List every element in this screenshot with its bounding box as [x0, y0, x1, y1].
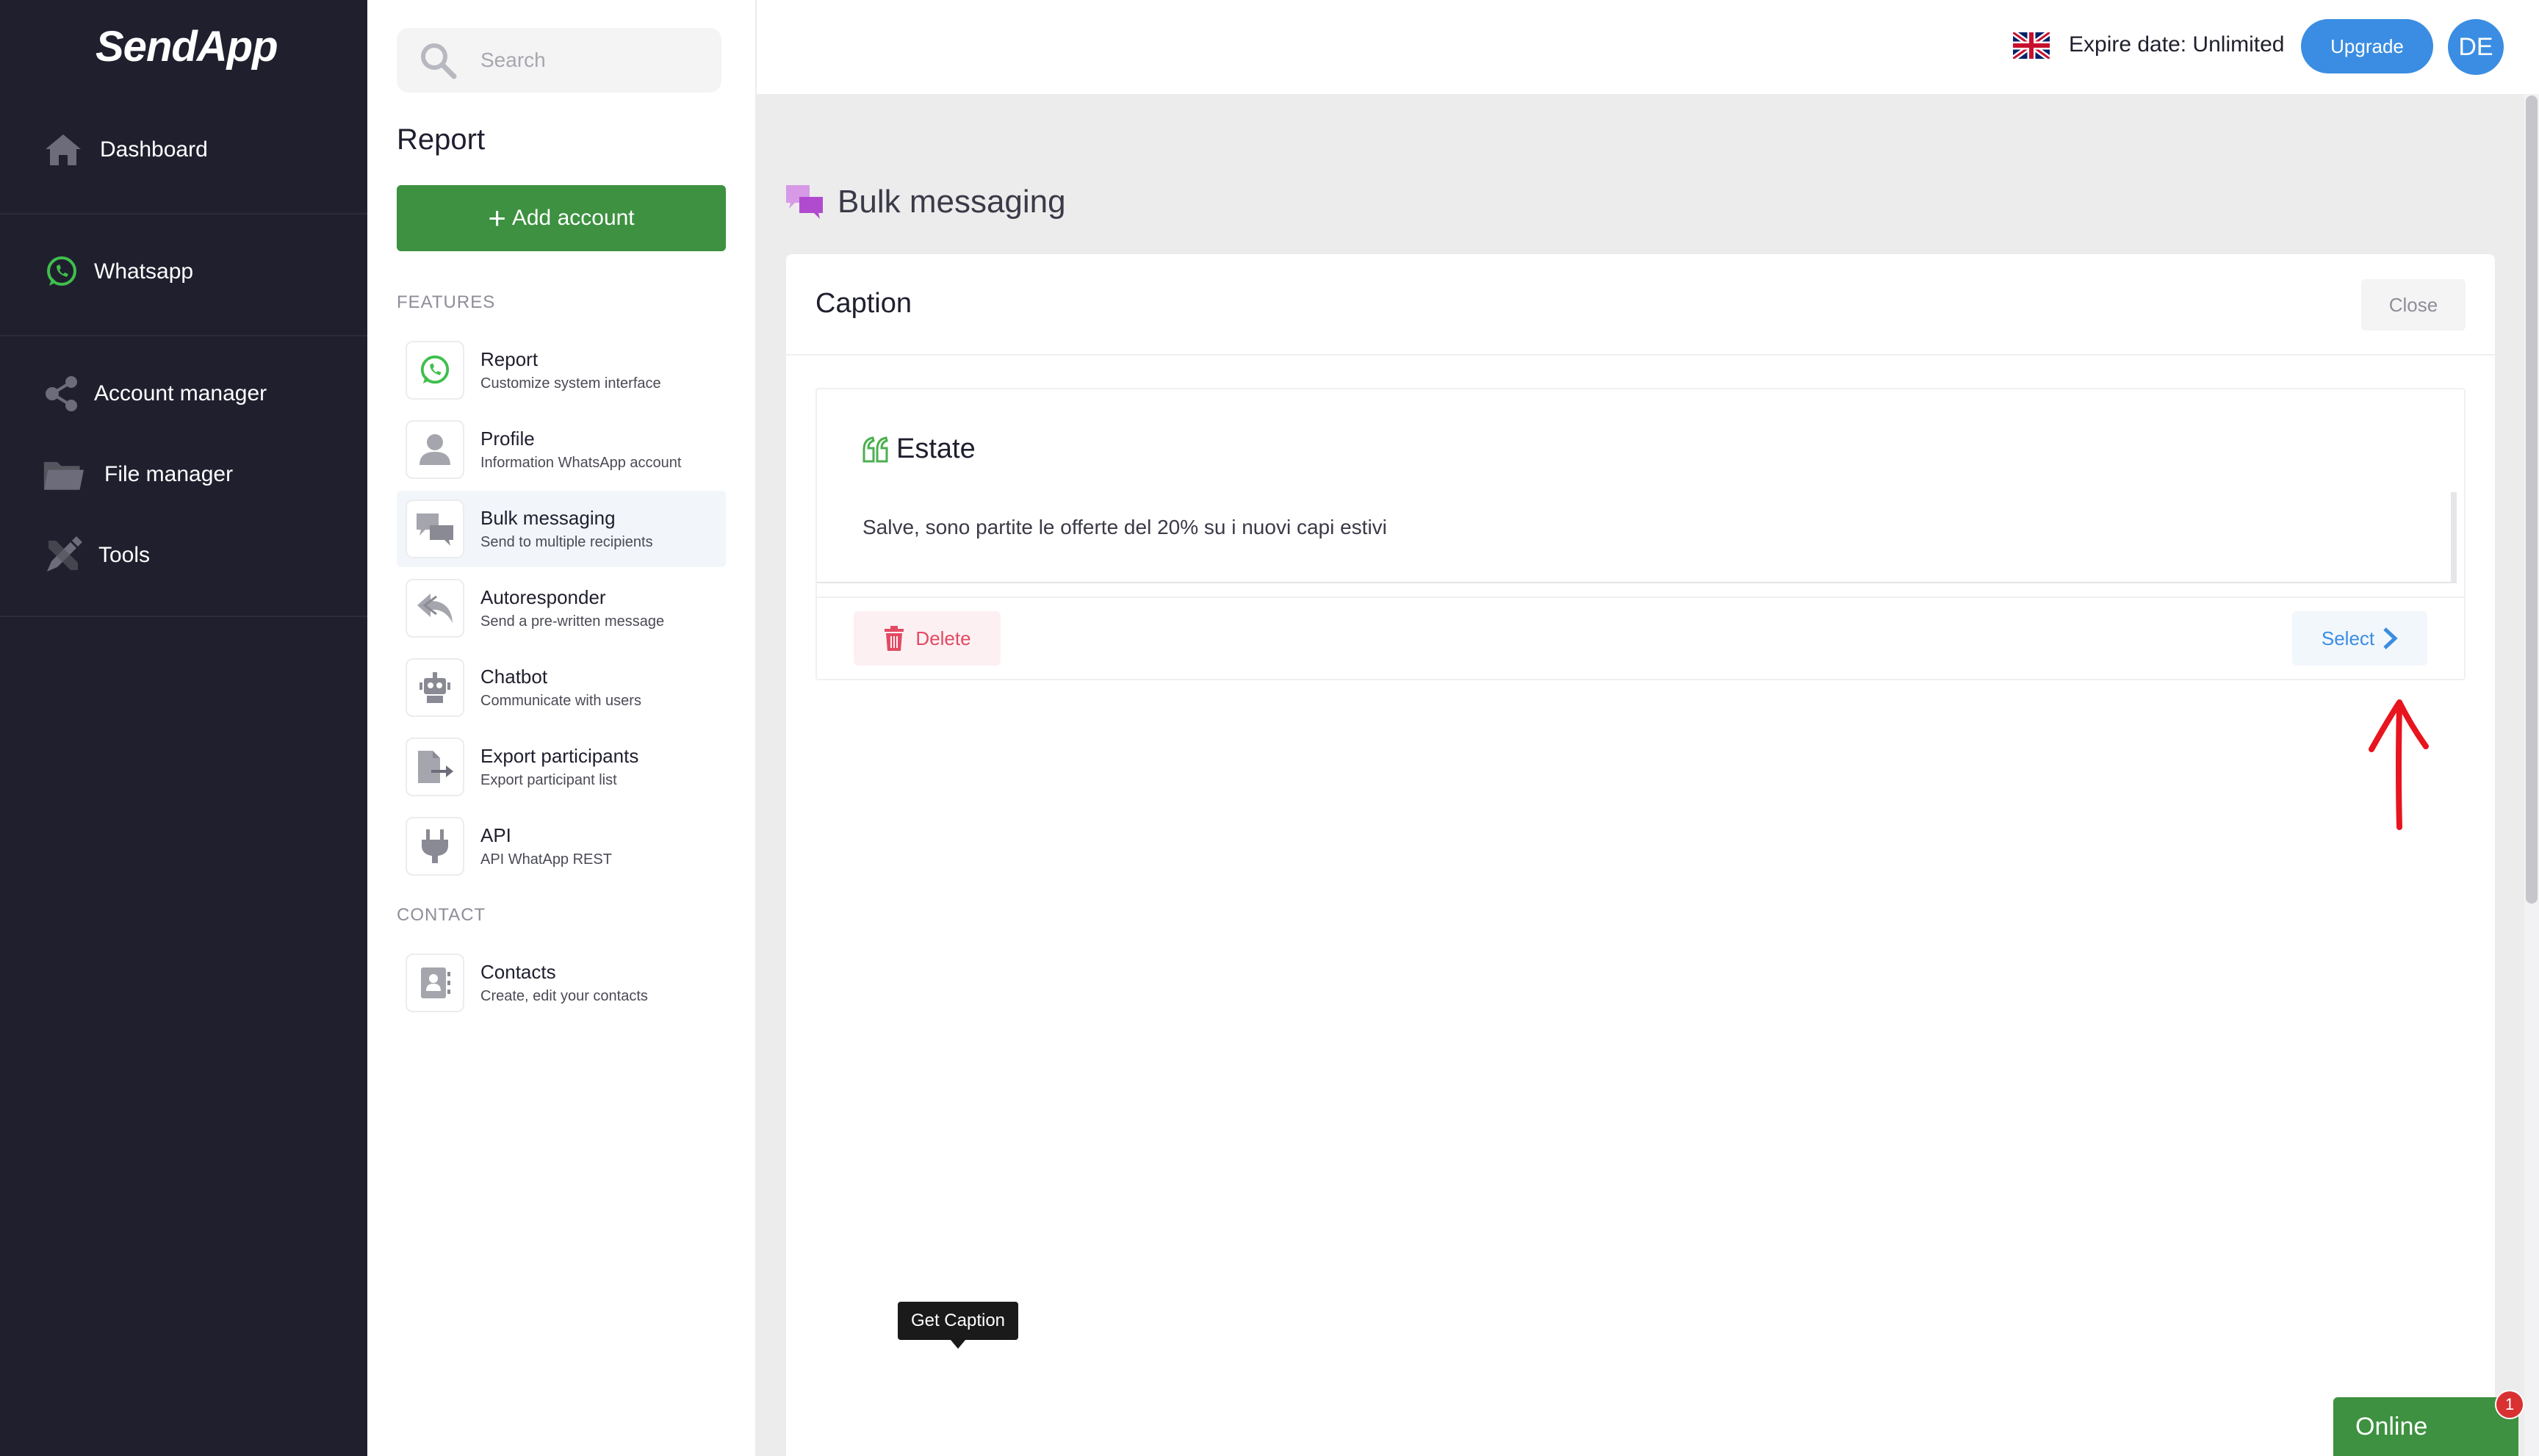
nav-divider — [0, 616, 367, 617]
notification-badge: 1 — [2495, 1390, 2524, 1419]
nav-item-dashboard[interactable]: Dashboard — [0, 129, 367, 170]
chat-bubbles-icon — [786, 185, 823, 219]
feature-subtitle: Communicate with users — [480, 693, 641, 709]
annotation-arrow-icon — [2369, 699, 2429, 830]
top-header: Expire date: Unlimited Upgrade DE — [757, 0, 2539, 94]
feature-subtitle: Create, edit your contacts — [480, 988, 648, 1004]
caption-content: Estate Salve, sono partite le offerte de… — [817, 389, 2457, 583]
nav-item-account-manager[interactable]: Account manager — [0, 373, 367, 414]
upgrade-button[interactable]: Upgrade — [2301, 19, 2433, 73]
nav-item-label: File manager — [104, 462, 234, 486]
feature-item-autoresponder[interactable]: Autoresponder Send a pre-written message — [397, 570, 726, 646]
contact-section-label: CONTACT — [397, 905, 486, 925]
page-heading: Bulk messaging — [785, 184, 1066, 220]
nav-item-whatsapp[interactable]: Whatsapp — [0, 251, 367, 292]
caption-actions: Delete Select — [817, 597, 2464, 680]
nav-item-label: Dashboard — [100, 137, 208, 162]
reply-icon — [406, 579, 464, 638]
feature-subtitle: Send a pre-written message — [480, 613, 665, 630]
feature-item-bulk-messaging[interactable]: Bulk messaging Send to multiple recipien… — [397, 491, 726, 567]
caption-scrollbar[interactable] — [2451, 492, 2457, 583]
feature-title: Report — [480, 348, 539, 370]
feature-item-profile[interactable]: Profile Information WhatsApp account — [397, 411, 726, 488]
close-button[interactable]: Close — [2361, 279, 2466, 331]
delete-label: Delete — [915, 627, 971, 649]
feature-item-export-participants[interactable]: Export participants Export participant l… — [397, 729, 726, 805]
feature-subtitle: Send to multiple recipients — [480, 534, 653, 550]
home-icon — [43, 129, 84, 170]
search-icon — [416, 38, 460, 82]
feature-subtitle: Information WhatsApp account — [480, 455, 682, 471]
nav-divider — [0, 213, 367, 215]
feature-title: API — [480, 824, 511, 846]
feature-title: Autoresponder — [480, 586, 606, 608]
nav-item-file-manager[interactable]: File manager — [0, 454, 367, 495]
caption-text: Salve, sono partite le offerte del 20% s… — [862, 516, 1387, 538]
card-title: Caption — [815, 288, 912, 319]
feature-panel: Report + Add account FEATURES Report Cus… — [367, 0, 757, 1456]
scrollbar-thumb[interactable] — [2526, 95, 2538, 904]
tools-icon — [43, 535, 84, 576]
search-input[interactable] — [480, 48, 701, 72]
quote-icon — [862, 436, 888, 462]
feature-item-report[interactable]: Report Customize system interface — [397, 332, 726, 408]
sendapp-logo[interactable]: SendApp — [96, 22, 278, 71]
caption-title: Estate — [896, 433, 976, 464]
nav-item-label: Whatsapp — [94, 259, 194, 284]
feature-item-chatbot[interactable]: Chatbot Communicate with users — [397, 649, 726, 726]
caption-card: Caption Close Estate Salve, sono partite… — [786, 254, 2495, 1456]
folder-icon — [43, 454, 84, 495]
select-label: Select — [2321, 627, 2375, 649]
export-icon — [406, 738, 464, 796]
robot-icon — [406, 658, 464, 717]
get-caption-tooltip: Get Caption — [898, 1302, 1018, 1349]
main-sidebar: SendApp Dashboard Whatsapp Account manag… — [0, 0, 367, 1456]
feature-title: Profile — [480, 428, 535, 450]
plug-icon — [406, 817, 464, 876]
add-account-button[interactable]: + Add account — [397, 185, 726, 251]
add-account-label: Add account — [511, 206, 635, 230]
nav-item-label: Account manager — [94, 381, 267, 406]
plus-icon: + — [488, 201, 506, 235]
page-scrollbar[interactable] — [2524, 94, 2539, 1456]
user-icon — [406, 420, 464, 479]
expire-date-text: Expire date: Unlimited — [2069, 32, 2285, 57]
feature-item-api[interactable]: API API WhatApp REST — [397, 808, 726, 884]
page-title: Bulk messaging — [838, 184, 1066, 220]
card-header: Caption Close — [786, 254, 2495, 356]
nav-item-label: Tools — [98, 543, 151, 567]
whatsapp-icon — [406, 341, 464, 400]
select-button[interactable]: Select — [2292, 611, 2427, 666]
nav-item-tools[interactable]: Tools — [0, 535, 367, 576]
feature-subtitle: Export participant list — [480, 772, 617, 788]
nav-divider — [0, 335, 367, 336]
feature-title: Export participants — [480, 745, 639, 767]
online-chat-widget[interactable]: Online — [2333, 1397, 2518, 1456]
feature-item-contacts[interactable]: Contacts Create, edit your contacts — [397, 945, 726, 1021]
delete-button[interactable]: Delete — [854, 611, 1001, 666]
avatar[interactable]: DE — [2448, 19, 2504, 75]
caption-title-row: Estate — [861, 433, 976, 465]
share-icon — [41, 373, 82, 414]
chevron-right-icon — [2383, 627, 2398, 649]
caption-item: Estate Salve, sono partite le offerte de… — [815, 388, 2466, 680]
panel-title: Report — [397, 123, 486, 156]
uk-flag-icon[interactable] — [2013, 32, 2050, 59]
features-section-label: FEATURES — [397, 292, 496, 312]
search-box[interactable] — [397, 28, 721, 93]
whatsapp-icon — [41, 251, 82, 292]
feature-title: Bulk messaging — [480, 507, 616, 529]
contact-book-icon — [406, 954, 464, 1012]
chat-bubbles-icon — [406, 500, 464, 558]
feature-subtitle: API WhatApp REST — [480, 851, 612, 868]
trash-icon — [885, 626, 904, 651]
feature-title: Chatbot — [480, 666, 548, 688]
feature-subtitle: Customize system interface — [480, 375, 661, 392]
feature-title: Contacts — [480, 961, 556, 983]
